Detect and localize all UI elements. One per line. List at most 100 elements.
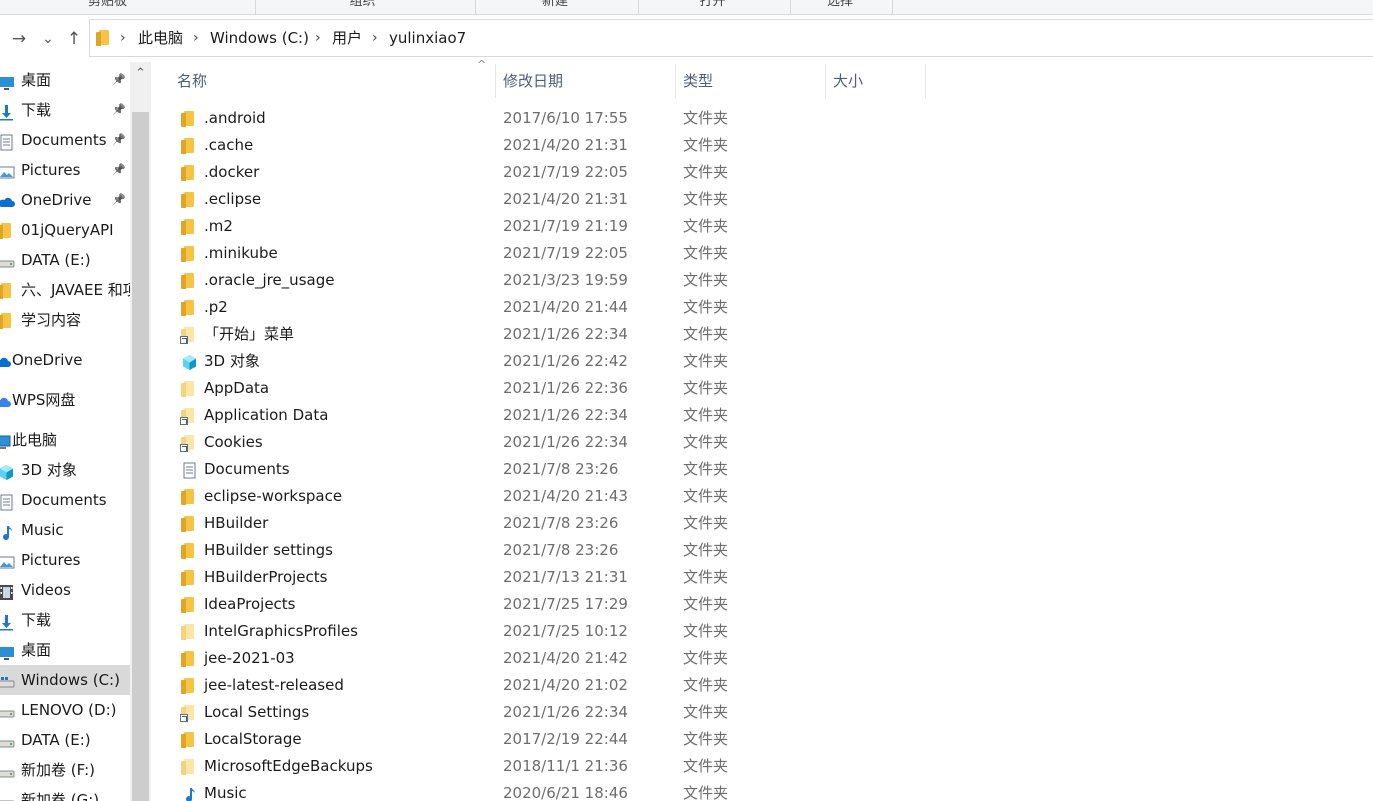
address-bar[interactable]: › 此电脑 › Windows (C:) › 用户 › yulinxiao7 bbox=[89, 19, 1373, 57]
sidebar-item[interactable]: 新加卷 (F:) bbox=[0, 755, 130, 785]
forward-arrow-icon[interactable]: → bbox=[8, 27, 30, 51]
sidebar-item[interactable]: 六、JAVAEE 和项 bbox=[0, 275, 130, 305]
sidebar-item-label: LENOVO (D:) bbox=[21, 701, 117, 719]
folder-icon bbox=[0, 282, 14, 299]
sidebar-item[interactable]: WPS网盘 bbox=[0, 385, 130, 415]
file-row[interactable]: eclipse-workspace 2021/4/20 21:43 文件夹 bbox=[151, 483, 1373, 510]
pin-icon[interactable]: 📌 bbox=[112, 155, 126, 185]
breadcrumb-windows-c[interactable]: Windows (C:) bbox=[210, 20, 309, 56]
column-separator[interactable] bbox=[925, 64, 926, 98]
sidebar-item[interactable]: Documents 📌 bbox=[0, 125, 130, 155]
file-row[interactable]: 3D 对象 2021/1/26 22:42 文件夹 bbox=[151, 348, 1373, 375]
breadcrumb-chevron-icon[interactable]: › bbox=[372, 20, 378, 56]
file-row[interactable]: .minikube 2021/7/19 22:05 文件夹 bbox=[151, 240, 1373, 267]
up-arrow-icon[interactable]: ↑ bbox=[63, 27, 85, 51]
sidebar-item[interactable]: LENOVO (D:) bbox=[0, 695, 130, 725]
file-name: Documents bbox=[204, 460, 290, 478]
file-name: jee-latest-released bbox=[204, 676, 344, 694]
recent-locations-chevron-icon[interactable]: ⌄ bbox=[37, 27, 59, 51]
file-row[interactable]: .docker 2021/7/19 22:05 文件夹 bbox=[151, 159, 1373, 186]
file-row[interactable]: HBuilderProjects 2021/7/13 21:31 文件夹 bbox=[151, 564, 1373, 591]
sidebar-item[interactable]: 下载 bbox=[0, 605, 130, 635]
file-row[interactable]: HBuilder 2021/7/8 23:26 文件夹 bbox=[151, 510, 1373, 537]
column-size[interactable]: 大小 bbox=[833, 64, 863, 98]
file-type: 文件夹 bbox=[683, 460, 729, 478]
sidebar-item[interactable]: 此电脑 bbox=[0, 425, 130, 455]
sidebar-item[interactable]: Music bbox=[0, 515, 130, 545]
file-type: 文件夹 bbox=[683, 379, 729, 397]
navigation-pane: 桌面 📌 下载 📌 Documents 📌 Pictures 📌 OneDrive 📌 01jQue… bbox=[0, 62, 130, 801]
file-row[interactable]: MicrosoftEdgeBackups 2018/11/1 21:36 文件夹 bbox=[151, 753, 1373, 780]
sidebar-item-label: 下载 bbox=[21, 611, 52, 629]
file-row[interactable]: .cache 2021/4/20 21:31 文件夹 bbox=[151, 132, 1373, 159]
shortcut-folder-icon bbox=[180, 434, 198, 452]
pin-icon[interactable]: 📌 bbox=[112, 185, 126, 215]
music-icon bbox=[181, 785, 198, 801]
file-row[interactable]: IdeaProjects 2021/7/25 17:29 文件夹 bbox=[151, 591, 1373, 618]
sidebar-item[interactable]: 3D 对象 bbox=[0, 455, 130, 485]
file-row[interactable]: HBuilder settings 2021/7/8 23:26 文件夹 bbox=[151, 537, 1373, 564]
file-row[interactable]: jee-latest-released 2021/4/20 21:02 文件夹 bbox=[151, 672, 1373, 699]
breadcrumb-users[interactable]: 用户 bbox=[332, 20, 362, 56]
file-row[interactable]: .eclipse 2021/4/20 21:31 文件夹 bbox=[151, 186, 1373, 213]
file-type: 文件夹 bbox=[683, 406, 729, 424]
shortcut-folder-icon bbox=[180, 407, 198, 425]
sidebar-item[interactable]: 下载 📌 bbox=[0, 95, 130, 125]
sidebar-item[interactable]: Pictures 📌 bbox=[0, 155, 130, 185]
scrollbar-thumb[interactable] bbox=[132, 112, 149, 801]
file-row[interactable]: IntelGraphicsProfiles 2021/7/25 10:12 文件夹 bbox=[151, 618, 1373, 645]
column-date-modified[interactable]: 修改日期 bbox=[503, 64, 563, 98]
file-date-modified: 2021/7/13 21:31 bbox=[503, 568, 628, 586]
sidebar-item[interactable]: Videos bbox=[0, 575, 130, 605]
file-row[interactable]: Application Data 2021/1/26 22:34 文件夹 bbox=[151, 402, 1373, 429]
file-name: IdeaProjects bbox=[204, 595, 296, 613]
navigation-pane-scrollbar[interactable]: ⌃ bbox=[130, 62, 151, 801]
file-row[interactable]: .oracle_jre_usage 2021/3/23 19:59 文件夹 bbox=[151, 267, 1373, 294]
file-date-modified: 2017/2/19 22:44 bbox=[503, 730, 628, 748]
file-type: 文件夹 bbox=[683, 352, 729, 370]
sidebar-item[interactable]: Documents bbox=[0, 485, 130, 515]
breadcrumb-yulinxiao7[interactable]: yulinxiao7 bbox=[389, 20, 466, 56]
column-name[interactable]: 名称 bbox=[177, 64, 207, 98]
sidebar-item[interactable]: 新加卷 (G:) bbox=[0, 785, 130, 801]
pin-icon[interactable]: 📌 bbox=[112, 95, 126, 125]
column-type[interactable]: 类型 bbox=[683, 64, 713, 98]
breadcrumb-chevron-icon[interactable]: › bbox=[315, 20, 321, 56]
pin-icon[interactable]: 📌 bbox=[112, 125, 126, 155]
file-date-modified: 2021/4/20 21:31 bbox=[503, 136, 628, 154]
file-row[interactable]: .m2 2021/7/19 21:19 文件夹 bbox=[151, 213, 1373, 240]
column-separator[interactable] bbox=[825, 64, 826, 98]
sidebar-item[interactable]: OneDrive 📌 bbox=[0, 185, 130, 215]
file-type: 文件夹 bbox=[683, 136, 729, 154]
file-row[interactable]: Cookies 2021/1/26 22:34 文件夹 bbox=[151, 429, 1373, 456]
folder-icon bbox=[181, 245, 198, 262]
breadcrumb-this-pc[interactable]: 此电脑 bbox=[138, 20, 183, 56]
sidebar-item[interactable]: 学习内容 bbox=[0, 305, 130, 335]
breadcrumb-chevron-icon[interactable]: › bbox=[120, 20, 126, 56]
sidebar-item[interactable]: Windows (C:) bbox=[0, 665, 130, 695]
sidebar-item[interactable]: 01jQueryAPI bbox=[0, 215, 130, 245]
file-row[interactable]: .p2 2021/4/20 21:44 文件夹 bbox=[151, 294, 1373, 321]
file-row[interactable]: Local Settings 2021/1/26 22:34 文件夹 bbox=[151, 699, 1373, 726]
file-type: 文件夹 bbox=[683, 730, 729, 748]
file-date-modified: 2017/6/10 17:55 bbox=[503, 109, 628, 127]
pin-icon[interactable]: 📌 bbox=[112, 65, 126, 95]
file-row[interactable]: .android 2017/6/10 17:55 文件夹 bbox=[151, 105, 1373, 132]
column-separator[interactable] bbox=[495, 64, 496, 98]
file-row[interactable]: jee-2021-03 2021/4/20 21:42 文件夹 bbox=[151, 645, 1373, 672]
file-row[interactable]: Music 2020/6/21 18:46 文件夹 bbox=[151, 780, 1373, 801]
breadcrumb-chevron-icon[interactable]: › bbox=[193, 20, 199, 56]
file-row[interactable]: Documents 2021/7/8 23:26 文件夹 bbox=[151, 456, 1373, 483]
sidebar-item[interactable]: 桌面 bbox=[0, 635, 130, 665]
scroll-up-arrow-icon[interactable]: ⌃ bbox=[130, 64, 151, 84]
file-row[interactable]: AppData 2021/1/26 22:36 文件夹 bbox=[151, 375, 1373, 402]
file-row[interactable]: LocalStorage 2017/2/19 22:44 文件夹 bbox=[151, 726, 1373, 753]
sidebar-item[interactable]: 桌面 📌 bbox=[0, 65, 130, 95]
column-separator[interactable] bbox=[675, 64, 676, 98]
file-date-modified: 2021/3/23 19:59 bbox=[503, 271, 628, 289]
sidebar-item[interactable]: Pictures bbox=[0, 545, 130, 575]
file-row[interactable]: 「开始」菜单 2021/1/26 22:34 文件夹 bbox=[151, 321, 1373, 348]
sidebar-item[interactable]: DATA (E:) bbox=[0, 725, 130, 755]
sidebar-item[interactable]: DATA (E:) bbox=[0, 245, 130, 275]
sidebar-item[interactable]: OneDrive bbox=[0, 345, 130, 375]
